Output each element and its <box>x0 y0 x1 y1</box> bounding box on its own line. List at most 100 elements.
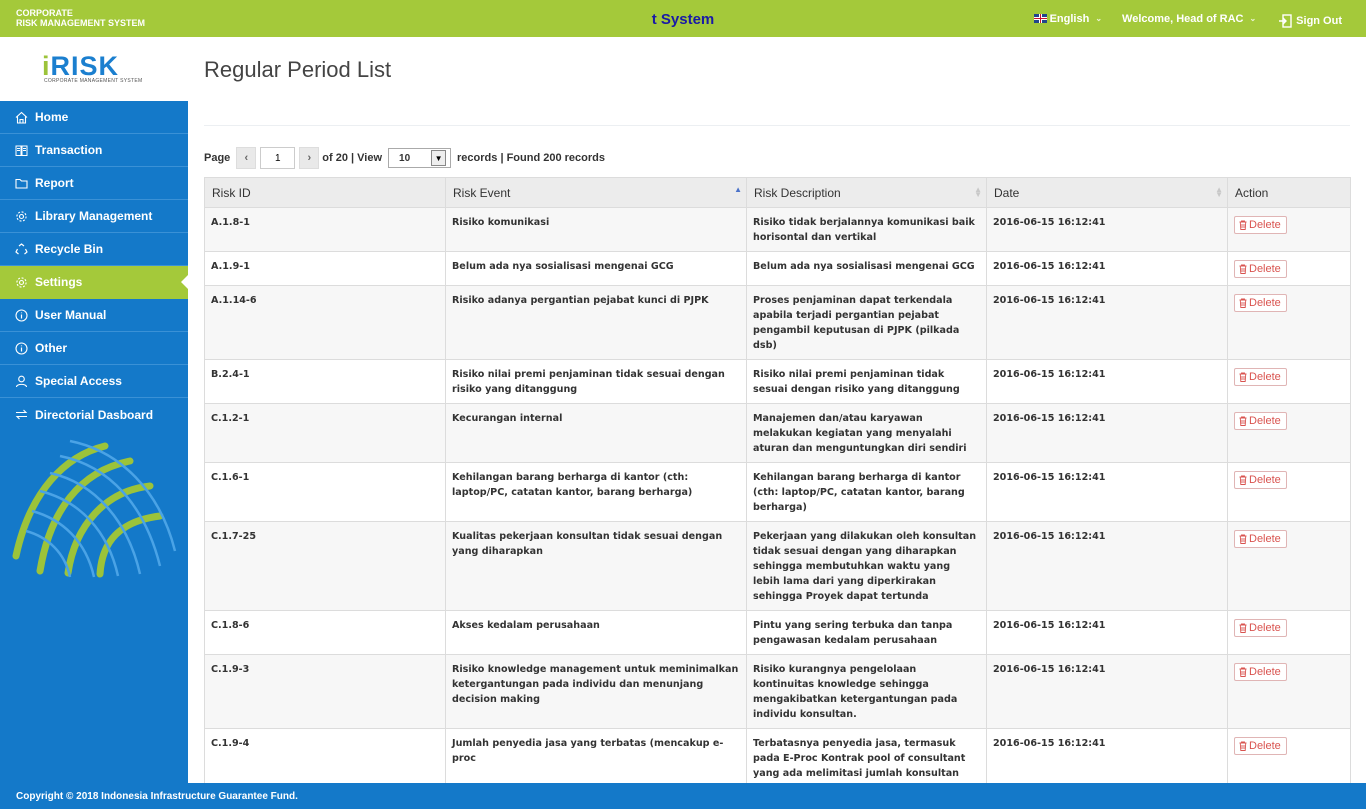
sidebar-item-user-manual[interactable]: User Manual <box>0 299 188 332</box>
column-label: Risk Event <box>453 185 511 200</box>
sidebar-item-other[interactable]: Other <box>0 332 188 365</box>
trash-icon <box>1239 372 1247 382</box>
trash-icon <box>1239 264 1247 274</box>
sidebar-item-label: Report <box>35 176 74 190</box>
cell-action: Delete <box>1227 207 1351 252</box>
cell-risk-id: C.1.7-25 <box>204 521 446 611</box>
cell-risk-description: Manajemen dan/atau karyawan melakukan ke… <box>746 403 987 463</box>
delete-label: Delete <box>1249 621 1281 634</box>
cell-date: 2016-06-15 16:12:41 <box>986 359 1228 404</box>
sign-out-label: Sign Out <box>1296 14 1342 27</box>
sidebar-item-transaction[interactable]: Transaction <box>0 134 188 167</box>
divider <box>204 125 1350 126</box>
trash-icon <box>1239 298 1247 308</box>
cell-risk-id: C.1.8-6 <box>204 610 446 655</box>
dropdown-arrow-icon: ▼ <box>431 150 447 166</box>
delete-button[interactable]: Delete <box>1234 294 1287 312</box>
footer: Copyright © 2018 Indonesia Infrastructur… <box>0 783 1366 809</box>
delete-button[interactable]: Delete <box>1234 737 1287 755</box>
cell-action: Delete <box>1227 610 1351 655</box>
page-number-input[interactable] <box>260 147 296 169</box>
table-row: B.2.4-1 Risiko nilai premi penjaminan tid… <box>204 359 1351 404</box>
delete-button[interactable]: Delete <box>1234 663 1287 681</box>
sidebar-item-library-management[interactable]: Library Management <box>0 200 188 233</box>
delete-label: Delete <box>1249 739 1281 752</box>
cell-risk-description: Risiko nilai premi penjaminan tidak sesu… <box>746 359 987 404</box>
cell-risk-event: Kecurangan internal <box>445 403 747 463</box>
cell-date: 2016-06-15 16:12:41 <box>986 462 1228 522</box>
trash-icon <box>1239 667 1247 677</box>
sidebar-item-recycle-bin[interactable]: Recycle Bin <box>0 233 188 266</box>
cell-risk-event: Belum ada nya sosialisasi mengenai GCG <box>445 251 747 286</box>
cell-risk-description: Pekerjaan yang dilakukan oleh konsultan … <box>746 521 987 611</box>
user-dropdown[interactable]: Welcome, Head of RAC ⌄ <box>1122 13 1256 25</box>
sidebar-item-label: Library Management <box>35 209 153 223</box>
cell-action: Delete <box>1227 251 1351 286</box>
sort-icon: ▲ ▼ <box>974 185 982 199</box>
logo-i: i <box>42 51 51 81</box>
table-row: C.1.6-1 Kehilangan barang berharga di kan… <box>204 462 1351 522</box>
cell-action: Delete <box>1227 285 1351 360</box>
cell-date: 2016-06-15 16:12:41 <box>986 654 1228 729</box>
delete-button[interactable]: Delete <box>1234 216 1287 234</box>
table-row: A.1.14-6 Risiko adanya pergantian pejabat… <box>204 285 1351 360</box>
gear-icon <box>16 276 27 288</box>
cell-risk-id: A.1.14-6 <box>204 285 446 360</box>
chevron-right-icon: › <box>307 152 312 164</box>
sign-out-button[interactable]: Sign Out <box>1278 13 1342 28</box>
sidebar-logo-area: iRISK CORPORATE MANAGEMENT SYSTEM <box>0 37 188 101</box>
column-header-risk-description[interactable]: Risk Description ▲ ▼ <box>746 177 987 208</box>
sidebar-item-label: Recycle Bin <box>35 242 104 256</box>
irisk-logo[interactable]: iRISK CORPORATE MANAGEMENT SYSTEM <box>42 51 152 85</box>
table-row: C.1.2-1 Kecurangan internal Manajemen dan/… <box>204 403 1351 463</box>
trash-icon <box>1239 220 1247 230</box>
brand-line-2: RISK MANAGEMENT SYSTEM <box>16 18 146 28</box>
table-header-row: Risk ID Risk Event ▲ Risk Description ▲ ▼ D… <box>204 177 1351 208</box>
column-header-risk-id[interactable]: Risk ID <box>204 177 446 208</box>
swap-icon <box>15 409 28 420</box>
sidebar: Home Transaction Report Library Manageme… <box>0 101 188 783</box>
brand-text: CORPORATE RISK MANAGEMENT SYSTEM <box>16 8 145 28</box>
sidebar-item-home[interactable]: Home <box>0 101 188 134</box>
trash-icon <box>1239 741 1247 751</box>
records-per-page-select[interactable]: 10 ▼ <box>388 148 452 168</box>
cell-action: Delete <box>1227 359 1351 404</box>
cell-date: 2016-06-15 16:12:41 <box>986 251 1228 286</box>
pagination-bar: Page ‹ › of 20 | View 10 ▼ records | Fou… <box>204 147 608 169</box>
cell-risk-event: Akses kedalam perusahaan <box>445 610 747 655</box>
column-header-action: Action <box>1227 177 1351 208</box>
delete-button[interactable]: Delete <box>1234 412 1287 430</box>
logo-subtitle: CORPORATE MANAGEMENT SYSTEM <box>44 78 143 84</box>
column-header-date[interactable]: Date ▲ ▼ <box>986 177 1228 208</box>
page-label: Page <box>204 152 231 164</box>
table-row: C.1.7-25 Kualitas pekerjaan konsultan tid… <box>204 521 1351 611</box>
delete-label: Delete <box>1249 665 1281 678</box>
next-page-button[interactable]: › <box>299 147 320 169</box>
sidebar-item-directorial-dasboard[interactable]: Directorial Dasboard <box>0 398 188 431</box>
system-title: t System <box>651 11 715 28</box>
sidebar-item-settings[interactable]: Settings <box>0 266 188 299</box>
language-dropdown[interactable]: English ⌄ <box>1033 13 1102 25</box>
column-label: Action <box>1235 185 1269 200</box>
delete-button[interactable]: Delete <box>1234 368 1287 386</box>
cell-risk-event: Kehilangan barang berharga di kantor (ct… <box>445 462 747 522</box>
cell-risk-id: B.2.4-1 <box>204 359 446 404</box>
sidebar-item-special-access[interactable]: Special Access <box>0 365 188 398</box>
cell-date: 2016-06-15 16:12:41 <box>986 610 1228 655</box>
table-row: A.1.8-1 Risiko komunikasi Risiko tidak ber… <box>204 207 1351 252</box>
prev-page-button[interactable]: ‹ <box>236 147 257 169</box>
column-label: Risk Description <box>754 185 841 200</box>
column-header-risk-event[interactable]: Risk Event ▲ <box>445 177 747 208</box>
delete-button[interactable]: Delete <box>1234 260 1287 278</box>
delete-button[interactable]: Delete <box>1234 471 1287 489</box>
delete-button[interactable]: Delete <box>1234 619 1287 637</box>
welcome-label: Welcome, Head of RAC <box>1122 12 1244 25</box>
delete-button[interactable]: Delete <box>1234 530 1287 548</box>
sidebar-item-label: Home <box>35 110 69 124</box>
sidebar-item-label: Transaction <box>35 143 103 157</box>
cell-action: Delete <box>1227 521 1351 611</box>
sidebar-item-label: User Manual <box>35 308 107 322</box>
gear-icon <box>16 210 27 222</box>
cell-action: Delete <box>1227 654 1351 729</box>
sidebar-item-report[interactable]: Report <box>0 167 188 200</box>
